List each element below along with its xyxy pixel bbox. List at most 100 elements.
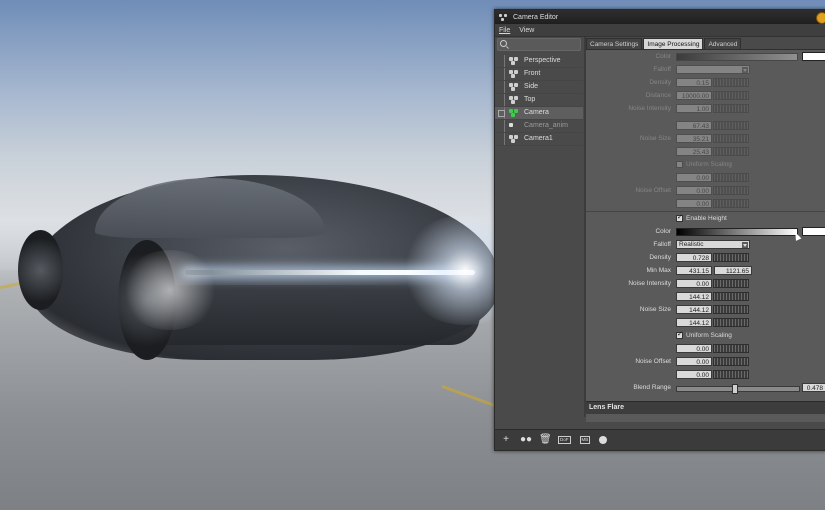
tree-connector [504,133,505,145]
window-close-icon[interactable] [816,12,825,24]
height-noise-offset-z[interactable]: 0.00 [676,370,712,379]
tree-item[interactable]: Perspective [495,55,583,68]
fog-falloff-label: Falloff [653,66,671,73]
fog-noise-offset-x-slider[interactable] [713,173,749,182]
height-noise-intensity-slider[interactable] [713,279,749,288]
duplicate-icon[interactable]: ●● [520,435,532,445]
trash-icon[interactable]: 🗑 [539,435,552,445]
tree-item-label: Perspective [524,57,561,64]
fog-noise-offset-z-slider[interactable] [713,199,749,208]
height-min-field[interactable]: 431.15 [676,266,712,275]
tree-connector [504,94,505,106]
height-uniform-scaling-checkbox[interactable] [676,330,683,339]
menu-file[interactable]: File [499,27,510,34]
plus-icon[interactable]: + [501,435,511,445]
fog-density-field[interactable]: 0.15 [676,78,712,87]
height-falloff-dropdown[interactable]: Realistic [676,240,750,249]
height-noise-size-z[interactable]: 144.12 [676,318,712,327]
height-density-slider[interactable] [713,253,749,262]
tree-item-label: Camera1 [524,135,553,142]
tree-connector [504,55,505,67]
fog-noise-size-y[interactable]: 35.21 [676,134,712,143]
camera-editor-window[interactable]: Camera Editor File View Perspective Front… [494,9,825,451]
fog-noise-offset-z[interactable]: 0.00 [676,199,712,208]
fog-uniform-scaling-checkbox[interactable] [676,161,683,168]
fog-noise-offset-y[interactable]: 0.00 [676,186,712,195]
fog-falloff-dropdown[interactable] [676,65,750,74]
height-minmax-label: Min Max [646,267,671,274]
fog-color-gradient[interactable] [676,53,798,61]
enable-height-checkbox[interactable] [676,213,683,222]
lock-icon [509,123,513,127]
height-noise-size-y[interactable]: 144.12 [676,305,712,314]
fog-noise-size-x-slider[interactable] [713,121,749,130]
height-noise-size-x[interactable]: 144.12 [676,292,712,301]
height-noise-offset-y[interactable]: 0.00 [676,357,712,366]
fog-noise-offset-y-slider[interactable] [713,186,749,195]
tree-item[interactable]: Camera [495,107,583,120]
fog-density-slider[interactable] [713,78,749,87]
height-noise-offset-x-slider[interactable] [713,344,749,353]
height-noise-size-z-slider[interactable] [713,318,749,327]
fog-noise-size-x[interactable]: 67.43 [676,121,712,130]
tree-item[interactable]: Side [495,81,583,94]
lens-flare-section-header[interactable]: Lens Flare [586,401,825,414]
blend-range-thumb[interactable] [732,384,739,394]
height-noise-offset-label: Noise Offset [635,358,671,365]
height-noise-intensity-field[interactable]: 0.00 [676,279,712,288]
fog-noise-size-y-slider[interactable] [713,134,749,143]
height-uniform-scaling-label: Uniform Scaling [686,332,732,339]
camera-icon [509,135,519,143]
tree-item-checkbox[interactable] [498,110,505,117]
height-noise-offset-z-slider[interactable] [713,370,749,379]
height-noise-size-y-slider[interactable] [713,305,749,314]
fog-distance-slider[interactable] [713,91,749,100]
dof-icon[interactable]: DoF [558,436,571,444]
tree-item-label: Front [524,70,541,77]
camera-icon [509,83,519,91]
camera-editor-icon [499,13,508,21]
tree-item[interactable]: Front [495,68,583,81]
fog-distance-field[interactable]: 10000.00 [676,91,712,100]
tab-image-processing[interactable]: Image Processing [643,38,704,49]
car-wheel-rear [18,230,63,310]
height-color-gradient[interactable] [676,228,798,236]
tree-connector [504,120,505,132]
tree-search-input[interactable] [497,38,581,51]
circle-icon[interactable] [599,436,608,444]
tree-item[interactable]: Camera_anim [495,120,583,133]
blend-range-label: Blend Range [633,384,671,391]
mb-icon[interactable]: MB [579,436,591,444]
tab-camera-settings[interactable]: Camera Settings [586,38,643,49]
fog-color-swatch[interactable] [802,52,825,61]
window-titlebar[interactable]: Camera Editor [495,10,825,24]
height-density-label: Density [649,254,671,261]
camera-icon [509,70,519,78]
height-noise-offset-x[interactable]: 0.00 [676,344,712,353]
window-title: Camera Editor [513,13,559,21]
fog-noise-size-z[interactable]: 25.43 [676,147,712,156]
tree-item[interactable]: Top [495,94,583,107]
fog-noise-intensity-field[interactable]: 1.00 [676,104,712,113]
height-noise-size-x-slider[interactable] [713,292,749,301]
camera-icon [509,96,519,104]
height-noise-offset-y-slider[interactable] [713,357,749,366]
editor-content: Perspective Front Side Top Camera Camera_anim… [495,37,825,450]
chevron-down-icon [742,242,748,248]
fog-noise-offset-x[interactable]: 0.00 [676,173,712,182]
fog-noise-size-z-slider[interactable] [713,147,749,156]
height-color-swatch[interactable] [802,227,825,236]
tree-item-label: Top [524,96,536,103]
fog-color-label: Color [655,53,671,60]
light-glow [120,250,220,330]
tab-bar: Camera Settings Image Processing Advance… [586,38,825,49]
tree-item[interactable]: Camera1 [495,133,583,146]
tab-advanced[interactable]: Advanced [704,38,742,49]
fog-density-label: Density [649,79,671,86]
height-density-field[interactable]: 0.728 [676,253,712,262]
height-falloff-value: Realistic [679,241,704,248]
blend-range-field[interactable]: 0.478 [802,383,825,392]
menu-view[interactable]: View [519,27,534,34]
fog-noise-intensity-slider[interactable] [713,104,749,113]
height-max-field[interactable]: 1121.65 [714,266,752,275]
